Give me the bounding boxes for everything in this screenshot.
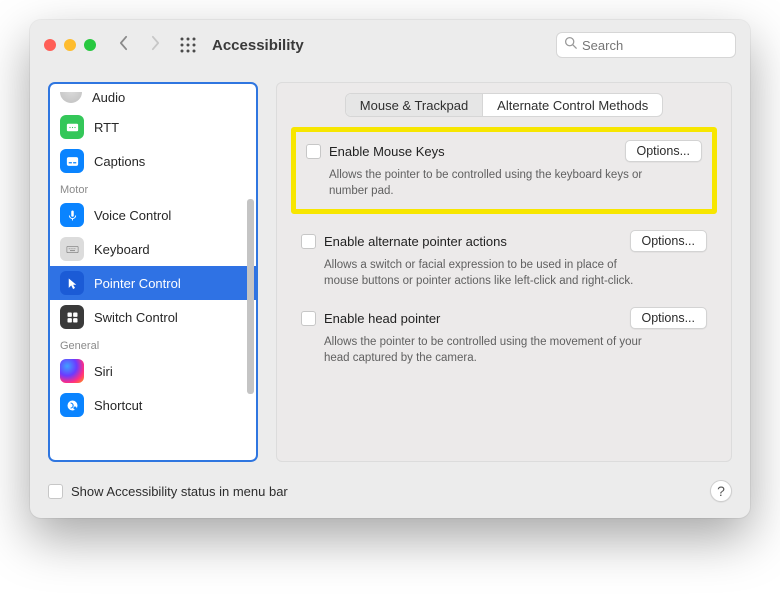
mouse-keys-description: Allows the pointer to be controlled usin… — [329, 167, 649, 199]
titlebar: Accessibility — [30, 20, 750, 70]
pointer-control-icon — [60, 271, 84, 295]
tab-segmented-control: Mouse & Trackpad Alternate Control Metho… — [291, 93, 717, 117]
navigation — [114, 35, 164, 56]
head-pointer-options-button[interactable]: Options... — [630, 307, 708, 329]
sidebar-item-voice-control[interactable]: Voice Control — [50, 198, 256, 232]
minimize-button[interactable] — [64, 39, 76, 51]
sidebar-item-keyboard[interactable]: Keyboard — [50, 232, 256, 266]
rtt-icon — [60, 115, 84, 139]
mouse-keys-options-button[interactable]: Options... — [625, 140, 703, 162]
sidebar-item-label: Keyboard — [94, 242, 150, 257]
scrollbar-thumb[interactable] — [247, 199, 254, 394]
sidebar-item-shortcut[interactable]: Shortcut — [50, 388, 256, 422]
sidebar-item-siri[interactable]: Siri — [50, 354, 256, 388]
main-panel: Mouse & Trackpad Alternate Control Metho… — [276, 82, 732, 462]
sidebar-item-audio[interactable]: Audio — [50, 84, 256, 110]
sidebar[interactable]: Audio RTT Captions Motor — [48, 82, 258, 462]
captions-icon — [60, 149, 84, 173]
search-icon — [564, 36, 577, 54]
sidebar-item-label: Captions — [94, 154, 145, 169]
alternate-pointer-description: Allows a switch or facial expression to … — [324, 257, 644, 289]
alternate-pointer-options-button[interactable]: Options... — [630, 230, 708, 252]
enable-mouse-keys-checkbox[interactable] — [306, 144, 321, 159]
sidebar-item-label: Siri — [94, 364, 113, 379]
enable-alternate-pointer-checkbox[interactable] — [301, 234, 316, 249]
sidebar-group-motor: Motor — [50, 178, 256, 198]
show-accessibility-status-label: Show Accessibility status in menu bar — [71, 484, 288, 499]
sidebar-item-label: Pointer Control — [94, 276, 181, 291]
preferences-window: Accessibility Audio RTT — [30, 20, 750, 518]
zoom-button[interactable] — [84, 39, 96, 51]
siri-icon — [60, 359, 84, 383]
keyboard-icon — [60, 237, 84, 261]
tab-mouse-trackpad[interactable]: Mouse & Trackpad — [346, 94, 482, 116]
enable-head-pointer-label: Enable head pointer — [324, 311, 622, 326]
sidebar-item-label: Audio — [92, 90, 125, 105]
sidebar-item-label: Voice Control — [94, 208, 171, 223]
back-button[interactable] — [114, 35, 132, 56]
sidebar-item-pointer-control[interactable]: Pointer Control — [50, 266, 256, 300]
enable-head-pointer-checkbox[interactable] — [301, 311, 316, 326]
head-pointer-block: Enable head pointer Options... Allows th… — [291, 299, 717, 376]
search-field[interactable] — [556, 32, 736, 58]
window-controls — [44, 39, 96, 51]
sidebar-item-rtt[interactable]: RTT — [50, 110, 256, 144]
sidebar-group-general: General — [50, 334, 256, 354]
help-button[interactable]: ? — [710, 480, 732, 502]
audio-icon — [60, 92, 82, 103]
enable-mouse-keys-label: Enable Mouse Keys — [329, 144, 617, 159]
mouse-keys-highlight: Enable Mouse Keys Options... Allows the … — [291, 127, 717, 214]
voice-control-icon — [60, 203, 84, 227]
window-title: Accessibility — [212, 37, 304, 54]
alternate-pointer-block: Enable alternate pointer actions Options… — [291, 222, 717, 299]
close-button[interactable] — [44, 39, 56, 51]
enable-alternate-pointer-label: Enable alternate pointer actions — [324, 234, 622, 249]
content: Audio RTT Captions Motor — [30, 70, 750, 472]
tab-alternate-control-methods[interactable]: Alternate Control Methods — [482, 94, 662, 116]
sidebar-item-captions[interactable]: Captions — [50, 144, 256, 178]
show-all-icon[interactable] — [180, 37, 196, 53]
bottom-bar: Show Accessibility status in menu bar ? — [30, 472, 750, 518]
sidebar-item-switch-control[interactable]: Switch Control — [50, 300, 256, 334]
sidebar-item-label: RTT — [94, 120, 119, 135]
switch-control-icon — [60, 305, 84, 329]
show-accessibility-status-checkbox[interactable] — [48, 484, 63, 499]
forward-button[interactable] — [146, 35, 164, 56]
sidebar-item-label: Switch Control — [94, 310, 178, 325]
sidebar-item-label: Shortcut — [94, 398, 142, 413]
search-input[interactable] — [582, 38, 728, 53]
shortcut-icon — [60, 393, 84, 417]
head-pointer-description: Allows the pointer to be controlled usin… — [324, 334, 644, 366]
